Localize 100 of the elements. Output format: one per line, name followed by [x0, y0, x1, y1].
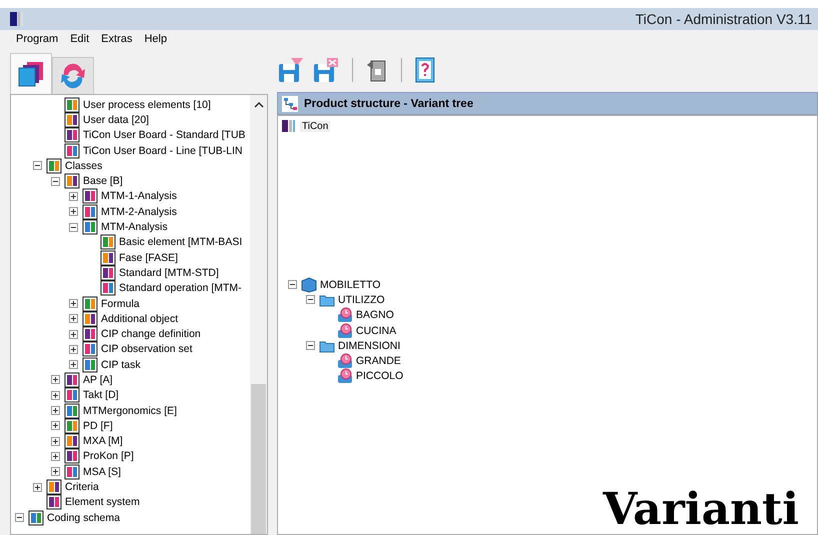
tree-item[interactable]: CIP task — [100, 358, 142, 371]
collapse-box[interactable] — [69, 222, 78, 232]
variant-icon — [337, 322, 353, 339]
expand-box[interactable] — [51, 406, 60, 416]
tree-item[interactable]: MXA [M] — [82, 435, 124, 448]
node-icon — [64, 448, 80, 464]
tree-item[interactable]: MSA [S] — [82, 466, 122, 478]
node-icon — [82, 296, 98, 312]
tree-item[interactable]: PICCOLO — [355, 370, 404, 382]
expand-box[interactable] — [51, 375, 60, 384]
tree-item[interactable]: TiCon User Board - Standard [TUB — [82, 129, 246, 142]
tree-item[interactable]: Standard [MTM-STD] — [118, 266, 220, 279]
tree-item[interactable]: DIMENSIONI — [337, 340, 402, 352]
menu-item[interactable]: Program — [10, 33, 64, 45]
node-icon — [82, 326, 98, 342]
tree-item[interactable]: PD [F] — [82, 420, 114, 432]
expand-box[interactable] — [51, 421, 60, 430]
node-icon — [64, 372, 80, 388]
node-icon — [82, 356, 98, 373]
expand-box[interactable] — [69, 360, 78, 370]
node-icon — [100, 250, 116, 266]
tree-item[interactable]: TiCon — [300, 120, 330, 132]
tree-item[interactable]: GRANDE — [355, 355, 402, 368]
box-icon — [301, 276, 317, 293]
tree-item[interactable]: Base [B] — [82, 175, 124, 188]
structure-icon — [282, 96, 298, 112]
tree-item[interactable]: Classes — [64, 160, 104, 172]
tree-item[interactable]: Element system — [64, 496, 141, 508]
expand-box[interactable] — [69, 207, 78, 216]
tree-item[interactable]: MTMergonomics [E] — [82, 404, 178, 417]
node-icon — [82, 204, 98, 220]
tree-item[interactable]: Standard operation [MTM- — [118, 282, 243, 294]
node-icon — [64, 402, 80, 419]
tree-item[interactable]: TiCon User Board - Line [TUB-LIN — [82, 144, 244, 157]
collapse-box[interactable] — [306, 341, 315, 350]
node-icon — [64, 464, 80, 480]
tree-item[interactable]: MTM-Analysis — [100, 221, 169, 234]
node-icon — [64, 127, 80, 144]
tree-item[interactable]: BAGNO — [355, 309, 395, 322]
expand-box[interactable] — [51, 452, 60, 461]
tree-item[interactable]: Takt [D] — [82, 389, 120, 402]
tree-item[interactable]: Formula — [100, 298, 141, 310]
tab[interactable] — [10, 53, 52, 94]
node-icon — [64, 96, 80, 113]
tree-item[interactable]: Criteria — [64, 481, 100, 494]
expand-box[interactable] — [51, 467, 60, 476]
node-icon — [100, 234, 116, 250]
collapse-box[interactable] — [288, 280, 297, 290]
collapse-box[interactable] — [306, 295, 315, 304]
tree-item[interactable]: MTM-2-Analysis — [100, 206, 178, 218]
tree-item[interactable]: CIP change definition — [100, 328, 202, 340]
app-icon — [282, 120, 296, 132]
tree-item[interactable]: User data [20] — [82, 114, 150, 126]
tree-item[interactable]: CUCINA — [355, 324, 398, 337]
tree-item[interactable]: MOBILETTO — [319, 278, 382, 291]
expand-box[interactable] — [69, 330, 78, 339]
stack-icon — [17, 60, 45, 88]
tree-item[interactable]: Additional object — [100, 312, 180, 325]
node-icon — [64, 173, 80, 190]
caption: Varianti — [602, 488, 799, 532]
tree-item[interactable]: UTILIZZO — [337, 294, 386, 306]
scrollbar[interactable] — [250, 95, 267, 534]
collapse-box[interactable] — [33, 161, 42, 170]
collapse-box[interactable] — [51, 176, 60, 186]
expand-box[interactable] — [69, 314, 78, 324]
scroll-up-icon[interactable] — [254, 101, 264, 109]
node-icon — [28, 510, 44, 526]
node-icon — [64, 112, 80, 128]
tree-item[interactable]: MTM-1-Analysis — [100, 190, 178, 202]
tree-item[interactable]: User process elements [10] — [82, 98, 212, 111]
tree-item[interactable]: Coding schema — [46, 512, 121, 524]
expand-box[interactable] — [69, 299, 78, 308]
tree-item[interactable]: CIP observation set — [100, 343, 194, 356]
expand-box[interactable] — [51, 390, 60, 400]
expand-box[interactable] — [69, 344, 78, 354]
app-icon — [10, 12, 24, 26]
menu-item[interactable]: Extras — [95, 33, 138, 45]
node-icon — [82, 188, 98, 204]
node-icon — [46, 479, 62, 496]
menu-item[interactable]: Edit — [64, 33, 96, 45]
node-icon — [64, 142, 80, 159]
node-icon — [100, 264, 116, 281]
node-icon — [82, 341, 98, 358]
expand-box[interactable] — [51, 436, 60, 446]
node-icon — [46, 494, 62, 510]
node-icon — [46, 158, 62, 174]
tree-item[interactable]: Basic element [MTM-BASI — [118, 236, 244, 248]
node-icon — [64, 433, 80, 450]
help-icon[interactable] — [414, 56, 436, 84]
menu-item[interactable]: Help — [138, 33, 173, 45]
node-icon — [100, 280, 116, 296]
tree-item[interactable]: AP [A] — [82, 374, 114, 386]
tree-item[interactable]: Fase [FASE] — [118, 252, 179, 264]
tree-item[interactable]: ProKon [P] — [82, 450, 135, 462]
expand-box[interactable] — [33, 482, 42, 492]
window-title: TiCon - Administration V3.11 — [635, 11, 812, 27]
node-icon — [82, 310, 98, 327]
collapse-box[interactable] — [15, 513, 24, 522]
expand-box[interactable] — [69, 192, 78, 201]
scroll-thumb[interactable] — [251, 384, 266, 534]
